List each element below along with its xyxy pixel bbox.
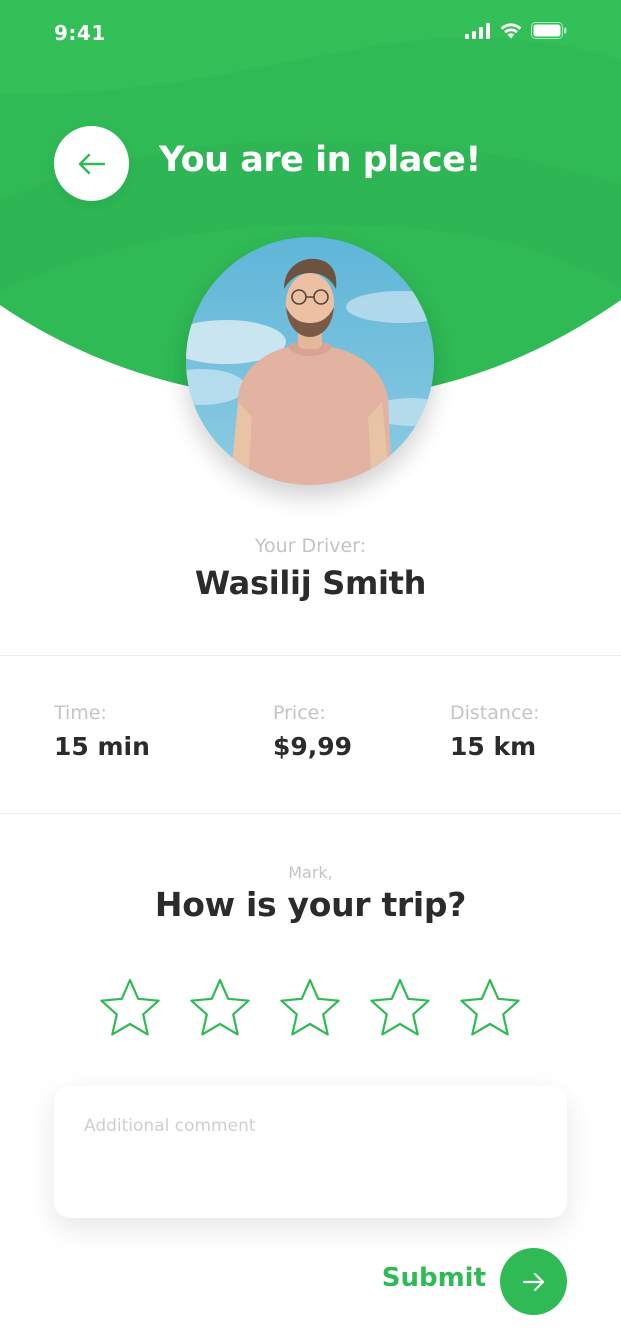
- status-icons: [465, 22, 567, 39]
- driver-name: Wasilij Smith: [194, 564, 427, 602]
- divider: [0, 813, 621, 814]
- stat-distance: Distance: 15 km: [450, 702, 539, 761]
- stat-value: 15 km: [450, 732, 537, 761]
- submit-label[interactable]: Submit: [380, 1263, 486, 1293]
- stat-time: Time: 15 min: [54, 702, 150, 761]
- stat-label: Time:: [54, 702, 107, 724]
- star-3-icon[interactable]: [278, 977, 342, 1041]
- star-4-icon[interactable]: [368, 977, 432, 1041]
- stat-price: Price: $9,99: [273, 702, 352, 761]
- back-button[interactable]: [54, 126, 129, 201]
- arrow-left-icon: [78, 153, 105, 174]
- stat-value: $9,99: [273, 732, 353, 761]
- submit-button[interactable]: [500, 1248, 567, 1315]
- trip-complete-screen: 9:41 You are in place! Your Driver: Wasi…: [0, 0, 621, 1344]
- driver-caption: Your Driver:: [254, 535, 367, 557]
- comment-input[interactable]: [84, 1116, 534, 1196]
- star-2-icon[interactable]: [188, 977, 252, 1041]
- cellular-signal-icon: [465, 22, 490, 39]
- driver-avatar: [186, 237, 434, 485]
- rating-caption: Mark,: [288, 863, 333, 882]
- status-bar: 9:41: [0, 0, 621, 66]
- page-title: You are in place!: [159, 140, 481, 180]
- rating-question: How is your trip?: [154, 885, 467, 924]
- star-rating: [0, 977, 621, 1041]
- star-5-icon[interactable]: [458, 977, 522, 1041]
- arrow-right-icon: [522, 1272, 544, 1291]
- comment-box: [54, 1086, 567, 1218]
- star-1-icon[interactable]: [98, 977, 162, 1041]
- divider: [0, 655, 621, 656]
- battery-icon: [531, 22, 567, 39]
- stat-label: Price:: [273, 702, 326, 724]
- wifi-icon: [500, 23, 522, 39]
- status-time: 9:41: [54, 21, 106, 45]
- stat-value: 15 min: [54, 732, 150, 761]
- stat-label: Distance:: [450, 702, 540, 724]
